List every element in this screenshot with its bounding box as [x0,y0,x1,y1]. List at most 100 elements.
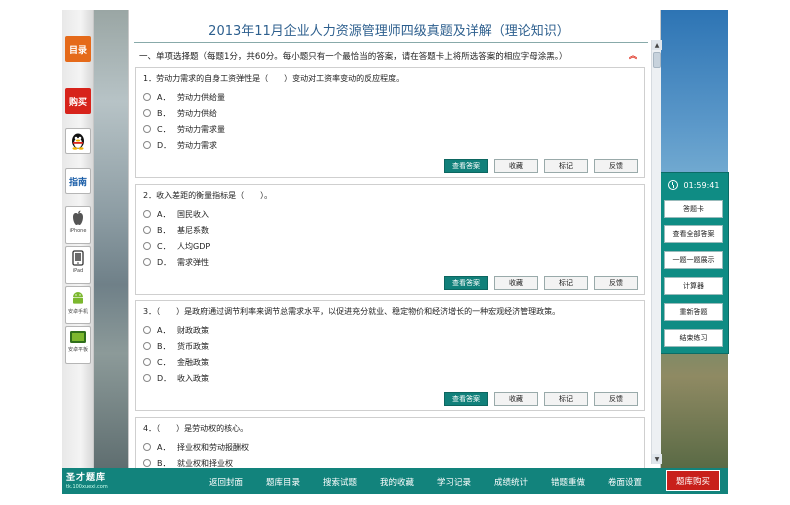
nav-back-to-cover[interactable]: 返回封面 [209,476,243,488]
logo: 圣才题库 tk.100xuexi.com [66,470,108,490]
feedback-button[interactable]: 反馈 [594,392,638,406]
option-letter: C． [157,357,171,367]
radio-icon[interactable] [143,242,151,250]
mark-button[interactable]: 标记 [544,276,588,290]
radio-icon[interactable] [143,109,151,117]
collapse-icon[interactable]: ︽ [629,50,637,61]
option-text: 就业权和择业权 [177,458,233,468]
mark-button[interactable]: 标记 [544,159,588,173]
favorite-button[interactable]: 收藏 [494,392,538,406]
radio-icon[interactable] [143,226,151,234]
radio-icon[interactable] [143,141,151,149]
question-actions: 查看答案 收藏 标记 反馈 [444,392,638,406]
option-a[interactable]: A． 国民收入 [143,208,209,220]
question-content: 2013年11月企业人力资源管理师四级真题及详解（理论知识） 一、单项选择题（每… [128,10,661,468]
radio-icon[interactable] [143,459,151,467]
option-b[interactable]: B． 基尼系数 [143,224,209,236]
option-d[interactable]: D． 劳动力需求 [143,139,217,151]
option-b[interactable]: B． 劳动力供给 [143,107,217,119]
radio-icon[interactable] [143,326,151,334]
catalog-button[interactable]: 目录 [65,36,91,62]
option-letter: A． [157,209,171,219]
one-by-one-button[interactable]: 一题一题展示 [664,251,723,269]
option-letter: D． [157,140,172,150]
nav-favorites[interactable]: 我的收藏 [380,476,414,488]
section-heading: 一、单项选择题（每题1分，共60分。每小题只有一个最恰当的答案，请在答题卡上将所… [139,52,568,62]
scroll-down-arrow-icon[interactable]: ▼ [652,454,662,464]
mark-button[interactable]: 标记 [544,392,588,406]
option-a[interactable]: A． 财政政策 [143,324,209,336]
right-tool-panel: 01:59:41 答题卡 查看全部答案 一题一题展示 计算器 重新答题 结束练习 [658,172,729,354]
android-pad-button[interactable]: 安卓平板 [65,326,91,364]
radio-icon[interactable] [143,374,151,382]
radio-icon[interactable] [143,93,151,101]
option-letter: A． [157,325,171,335]
radio-icon[interactable] [143,342,151,350]
option-c[interactable]: C． 金融政策 [143,356,209,368]
option-letter: A． [157,92,171,102]
feedback-button[interactable]: 反馈 [594,159,638,173]
calculator-button[interactable]: 计算器 [664,277,723,295]
view-all-answers-button[interactable]: 查看全部答案 [664,225,723,243]
nav-statistics[interactable]: 成绩统计 [494,476,528,488]
scrollbar[interactable]: ▲ ▼ [651,40,662,464]
nav-search[interactable]: 搜索试题 [323,476,357,488]
question-text: 1．劳动力需求的自身工资弹性是（ ）变动对工资率变动的反应程度。 [143,74,405,83]
radio-icon[interactable] [143,258,151,266]
view-answer-button[interactable]: 查看答案 [444,159,488,173]
nav-history[interactable]: 学习记录 [437,476,471,488]
question-card-1: 1．劳动力需求的自身工资弹性是（ ）变动对工资率变动的反应程度。 A． 劳动力供给… [135,67,645,178]
ipad-button[interactable]: iPad [65,246,91,284]
radio-icon[interactable] [143,358,151,366]
option-letter: D． [157,373,172,383]
feedback-button[interactable]: 反馈 [594,276,638,290]
option-b[interactable]: B． 就业权和择业权 [143,457,233,468]
view-answer-button[interactable]: 查看答案 [444,392,488,406]
answer-sheet-button[interactable]: 答题卡 [664,200,723,218]
scroll-up-arrow-icon[interactable]: ▲ [652,40,662,50]
nav-catalog[interactable]: 题库目录 [266,476,300,488]
view-answer-button[interactable]: 查看答案 [444,276,488,290]
option-text: 金融政策 [177,357,209,367]
option-a[interactable]: A． 择业权和劳动报酬权 [143,441,249,453]
option-text: 收入政策 [177,373,209,383]
option-c[interactable]: C． 劳动力需求量 [143,123,225,135]
favorite-button[interactable]: 收藏 [494,276,538,290]
option-text: 货币政策 [177,341,209,351]
radio-icon[interactable] [143,210,151,218]
android-phone-button[interactable]: 安卓手机 [65,286,91,324]
radio-icon[interactable] [143,125,151,133]
option-a[interactable]: A． 劳动力供给量 [143,91,225,103]
option-text: 国民收入 [177,209,209,219]
qq-button[interactable] [65,128,91,154]
end-practice-button[interactable]: 结束练习 [664,329,723,347]
guide-button[interactable]: 指南 [65,168,91,194]
option-d[interactable]: D． 收入政策 [143,372,209,384]
option-text: 人均GDP [177,241,211,251]
question-card-3: 3．（ ）是政府通过调节利率来调节总需求水平，以促进充分就业、稳定物价和经济增长… [135,300,645,411]
nav-redo-wrong[interactable]: 错题重做 [551,476,585,488]
buy-question-bank-button[interactable]: 题库购买 [666,470,720,491]
restart-button[interactable]: 重新答题 [664,303,723,321]
option-d[interactable]: D． 需求弹性 [143,256,209,268]
radio-icon[interactable] [143,443,151,451]
android-icon [73,292,83,304]
app-window: 目录 购买 指南 iPhone iPad 安卓手机 安卓平板 01:59:41 … [0,0,790,505]
option-b[interactable]: B． 货币政策 [143,340,209,352]
question-text: 3．（ ）是政府通过调节利率来调节总需求水平，以促进充分就业、稳定物价和经济增长… [143,307,561,316]
option-letter: B． [157,341,171,351]
title-divider [134,42,648,43]
ipad-label: iPad [72,268,84,274]
option-text: 劳动力需求量 [177,124,225,134]
timer: 01:59:41 [659,175,728,195]
tablet-icon [72,250,84,266]
option-text: 择业权和劳动报酬权 [177,442,249,452]
favorite-button[interactable]: 收藏 [494,159,538,173]
iphone-button[interactable]: iPhone [65,206,91,244]
scroll-thumb[interactable] [653,52,661,68]
option-letter: B． [157,225,171,235]
page-title: 2013年11月企业人力资源管理师四级真题及详解（理论知识） [208,24,570,39]
option-c[interactable]: C． 人均GDP [143,240,210,252]
nav-settings[interactable]: 卷面设置 [608,476,642,488]
buy-button[interactable]: 购买 [65,88,91,114]
